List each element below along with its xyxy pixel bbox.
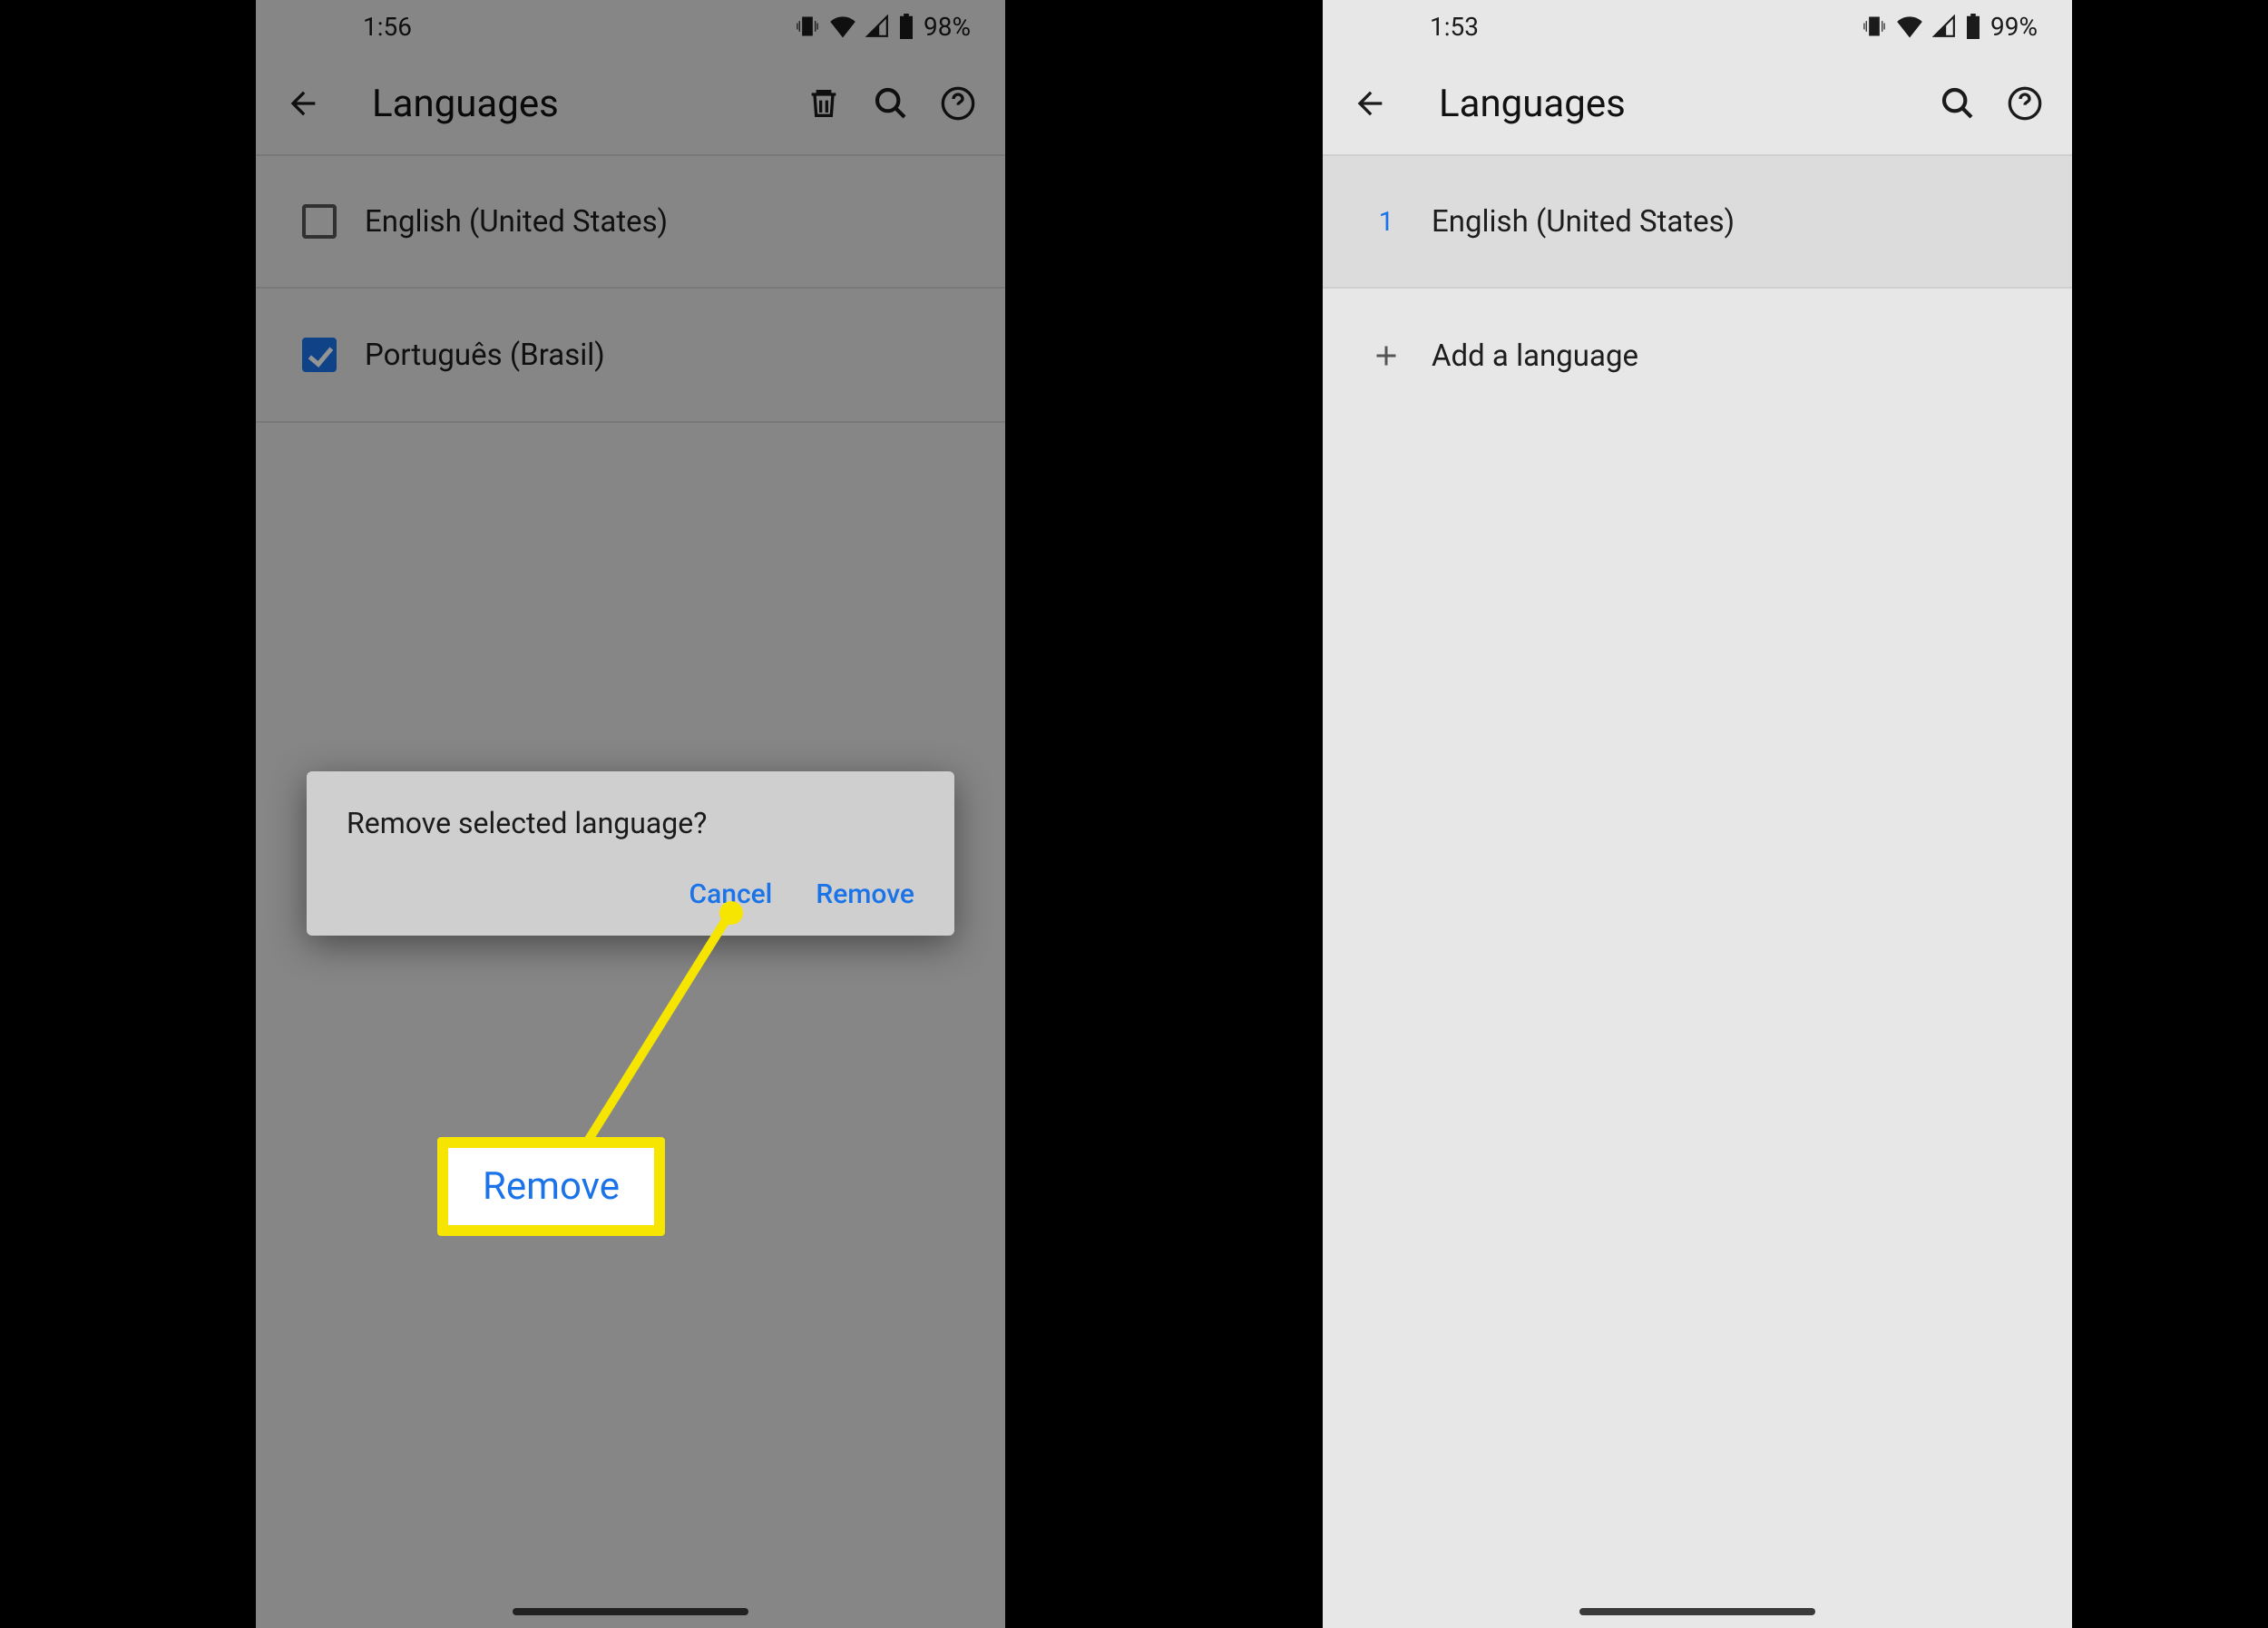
vibrate-icon <box>795 14 820 39</box>
gesture-bar[interactable] <box>513 1608 748 1615</box>
language-index: 1 <box>1350 206 1422 238</box>
battery-icon <box>898 14 914 39</box>
app-bar: Languages <box>256 53 1005 154</box>
status-bar: 1:56 98% <box>256 0 1005 53</box>
language-row[interactable]: English (United States) <box>256 154 1005 289</box>
status-icons: 98% <box>795 12 971 42</box>
gesture-bar[interactable] <box>1579 1608 1815 1615</box>
annotation-callout: Remove <box>437 1137 665 1236</box>
add-language-row[interactable]: Add a language <box>1323 289 2072 423</box>
help-button[interactable] <box>1996 74 2054 132</box>
delete-button[interactable] <box>795 74 853 132</box>
signal-icon <box>865 15 889 38</box>
wifi-icon <box>829 15 856 38</box>
back-button[interactable] <box>274 74 332 132</box>
dialog-title: Remove selected language? <box>347 806 914 840</box>
search-button[interactable] <box>862 74 920 132</box>
dialog-remove-button[interactable]: Remove <box>816 878 914 910</box>
dialog-cancel-button[interactable]: Cancel <box>689 878 773 910</box>
battery-icon <box>1965 14 1981 39</box>
search-button[interactable] <box>1929 74 1987 132</box>
checkbox-unchecked[interactable] <box>283 204 356 239</box>
signal-icon <box>1932 15 1956 38</box>
battery-percent: 99% <box>1990 12 2038 42</box>
confirm-dialog: Remove selected language? Cancel Remove <box>307 771 954 936</box>
wifi-icon <box>1896 15 1923 38</box>
language-row[interactable]: 1 English (United States) <box>1323 154 2072 289</box>
annotation-label: Remove <box>483 1164 620 1209</box>
phone-screen-right: 1:53 99% Languages <box>1323 0 2072 1628</box>
status-time: 1:53 <box>1430 12 1479 42</box>
page-title: Languages <box>341 82 786 126</box>
language-label: English (United States) <box>1422 204 1735 240</box>
add-language-label: Add a language <box>1422 338 1638 374</box>
status-bar: 1:53 99% <box>1323 0 2072 53</box>
status-icons: 99% <box>1862 12 2038 42</box>
language-label: Português (Brasil) <box>356 338 605 373</box>
battery-percent: 98% <box>924 12 971 42</box>
language-label: English (United States) <box>356 204 668 240</box>
plus-icon <box>1350 339 1422 372</box>
language-row[interactable]: Português (Brasil) <box>256 289 1005 423</box>
app-bar: Languages <box>1323 53 2072 154</box>
phone-screen-left: 1:56 98% Languages <box>256 0 1005 1628</box>
checkbox-checked[interactable] <box>283 338 356 372</box>
back-button[interactable] <box>1341 74 1399 132</box>
vibrate-icon <box>1862 14 1887 39</box>
page-title: Languages <box>1408 82 1920 126</box>
help-button[interactable] <box>929 74 987 132</box>
status-time: 1:56 <box>363 12 412 42</box>
